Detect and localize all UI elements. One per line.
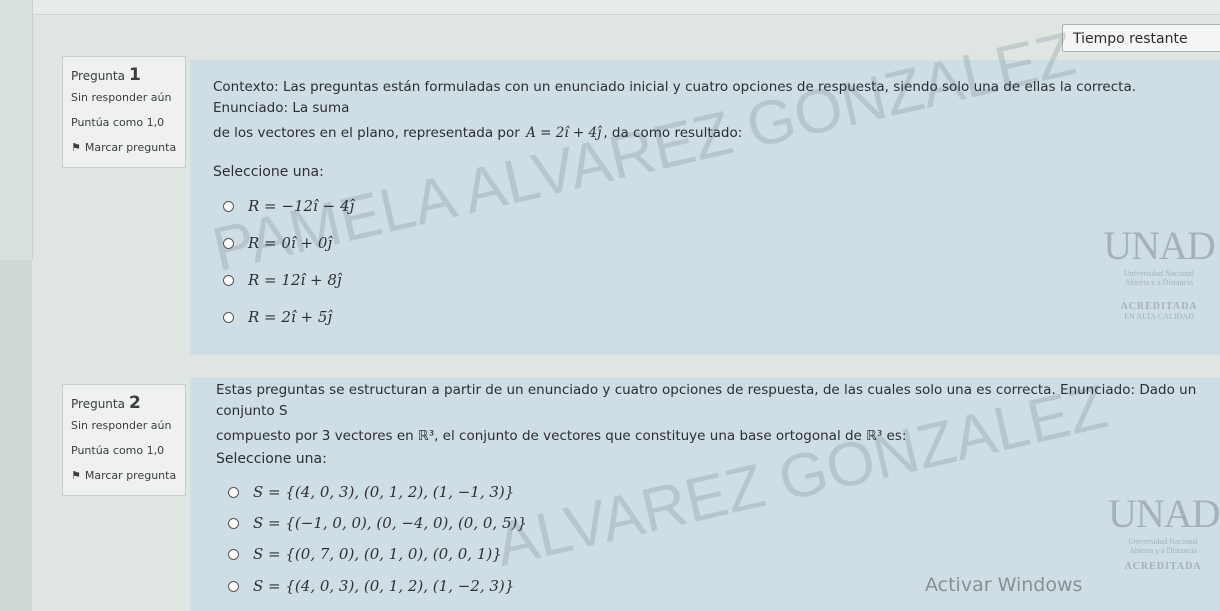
question-1-score: Puntúa como 1,0 (71, 116, 165, 129)
question-2-select-label: Seleccione una: (216, 451, 327, 467)
q1-option-a-label: R = −12î − 4ĵ (248, 197, 355, 215)
flag-question-1[interactable]: ⚑ Marcar pregunta (71, 141, 177, 154)
radio-button[interactable] (223, 200, 234, 212)
radio-button[interactable] (223, 237, 234, 249)
question-2-info: Pregunta 2 Sin responder aún Puntúa como … (62, 384, 186, 496)
q2-option-b-label: S = {(−1, 0, 0), (0, −4, 0), (0, 0, 5)} (253, 514, 527, 532)
q1-option-d-label: R = 2î + 5ĵ (248, 308, 333, 326)
flag-question-2[interactable]: ⚑ Marcar pregunta (71, 469, 177, 482)
radio-button[interactable] (228, 548, 239, 560)
q1-option-b-label: R = 0î + 0ĵ (248, 234, 333, 252)
top-band (0, 0, 1220, 15)
q2-option-d[interactable]: S = {(4, 0, 3), (0, 1, 2), (1, −2, 3)} (228, 574, 514, 598)
q2-option-d-label: S = {(4, 0, 3), (0, 1, 2), (1, −2, 3)} (253, 577, 515, 595)
unad-logo-2: UNAD Universidad Nacional Abierta y a Di… (1108, 491, 1220, 572)
q1-option-b[interactable]: R = 0î + 0ĵ (223, 231, 332, 255)
question-1-title: Pregunta 1 (71, 65, 141, 85)
question-1-status: Sin responder aún (71, 91, 172, 104)
radio-button[interactable] (223, 311, 234, 323)
time-remaining: Tiempo restante 1:05:13 (1062, 24, 1220, 75)
flag-icon: ⚑ (71, 469, 81, 482)
q2-option-a[interactable]: S = {(4, 0, 3), (0, 1, 2), (1, −1, 3)} (228, 480, 514, 504)
q1-option-c[interactable]: R = 12î + 8ĵ (223, 268, 342, 292)
unad-logo-1: UNAD Universidad Nacional Abierta y a Di… (1103, 223, 1216, 321)
q2-option-c[interactable]: S = {(0, 7, 0), (0, 1, 0), (0, 0, 1)} (228, 542, 502, 566)
question-1-text: Contexto: Las preguntas están formuladas… (213, 79, 1137, 141)
q1-option-c-label: R = 12î + 8ĵ (248, 271, 342, 289)
q2-option-b[interactable]: S = {(−1, 0, 0), (0, −4, 0), (0, 0, 5)} (228, 511, 527, 535)
question-2-score: Puntúa como 1,0 (71, 444, 165, 457)
q2-option-c-label: S = {(0, 7, 0), (0, 1, 0), (0, 0, 1)} (253, 545, 502, 563)
flag-icon: ⚑ (71, 141, 81, 154)
vector-a-expression: A = 2î + 4ĵ (526, 125, 602, 141)
left-margin (0, 0, 33, 260)
question-2-title: Pregunta 2 (71, 393, 141, 413)
question-1-select-label: Seleccione una: (213, 164, 324, 180)
radio-button[interactable] (228, 517, 239, 529)
radio-button[interactable] (223, 274, 234, 286)
question-1-info: Pregunta 1 Sin responder aún Puntúa como … (62, 56, 186, 168)
radio-button[interactable] (228, 580, 239, 592)
left-margin-lower (0, 260, 32, 611)
q2-option-a-label: S = {(4, 0, 3), (0, 1, 2), (1, −1, 3)} (253, 483, 515, 501)
q1-option-a[interactable]: R = −12î − 4ĵ (223, 194, 354, 218)
q1-option-d[interactable]: R = 2î + 5ĵ (223, 305, 332, 329)
question-2-status: Sin responder aún (71, 419, 172, 432)
radio-button[interactable] (228, 486, 239, 498)
activate-windows-notice: Activar Windows (925, 574, 1083, 596)
question-2-text: Estas preguntas se estructuran a partir … (216, 382, 1197, 444)
